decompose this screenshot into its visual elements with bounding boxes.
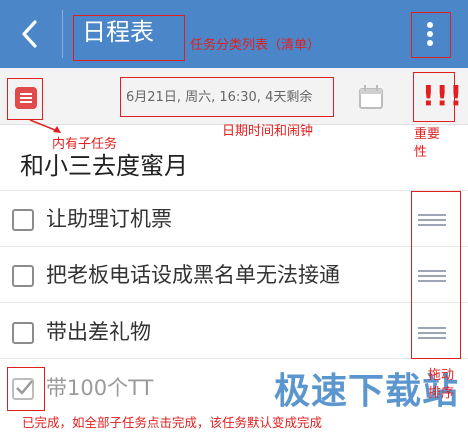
task-title[interactable]: 和小三去度蜜月 (20, 150, 188, 182)
annotation-box-priority (413, 72, 455, 122)
annotation-box-datetime (120, 77, 334, 117)
divider (0, 190, 468, 191)
subtask-checkbox[interactable] (12, 322, 34, 344)
annotation-completed: 已完成，如全部子任务点击完成，该任务默认变成完成 (22, 415, 323, 430)
divider (0, 358, 468, 359)
back-button[interactable] (12, 16, 48, 52)
annotation-box-subtask-icon (7, 78, 43, 120)
annotation-category: 任务分类列表（清单） (190, 38, 321, 53)
divider (0, 246, 468, 247)
subtask-label[interactable]: 把老板电话设成黑名单无法接通 (46, 261, 340, 289)
annotation-importance: 重要 (414, 127, 441, 142)
annotation-has-subtasks: 内有子任务 (52, 137, 118, 152)
subtask-label[interactable]: 让助理订机票 (46, 205, 172, 233)
app-bar (0, 0, 468, 68)
annotation-drag-sort-2: 排序 (428, 386, 455, 401)
annotation-importance-2: 性 (414, 145, 428, 160)
annotation-box-menu (411, 12, 451, 58)
annotation-arrow-icon (29, 119, 61, 133)
annotation-box-drag (411, 191, 461, 359)
subtask-checkbox[interactable] (12, 209, 34, 231)
subtask-label[interactable]: 带出差礼物 (46, 318, 151, 346)
calendar-icon[interactable] (358, 84, 384, 110)
subtask-checkbox[interactable] (12, 265, 34, 287)
subtask-label-completed[interactable]: 带100个TT (46, 374, 153, 402)
annotation-datetime-alarm: 日期时间和闹钟 (222, 124, 314, 139)
appbar-divider (62, 10, 63, 58)
annotation-box-title (73, 15, 185, 61)
divider (0, 302, 468, 303)
chevron-left-icon (22, 20, 37, 48)
annotation-box-completed (7, 367, 45, 411)
annotation-drag-sort: 拖动 (428, 368, 455, 383)
